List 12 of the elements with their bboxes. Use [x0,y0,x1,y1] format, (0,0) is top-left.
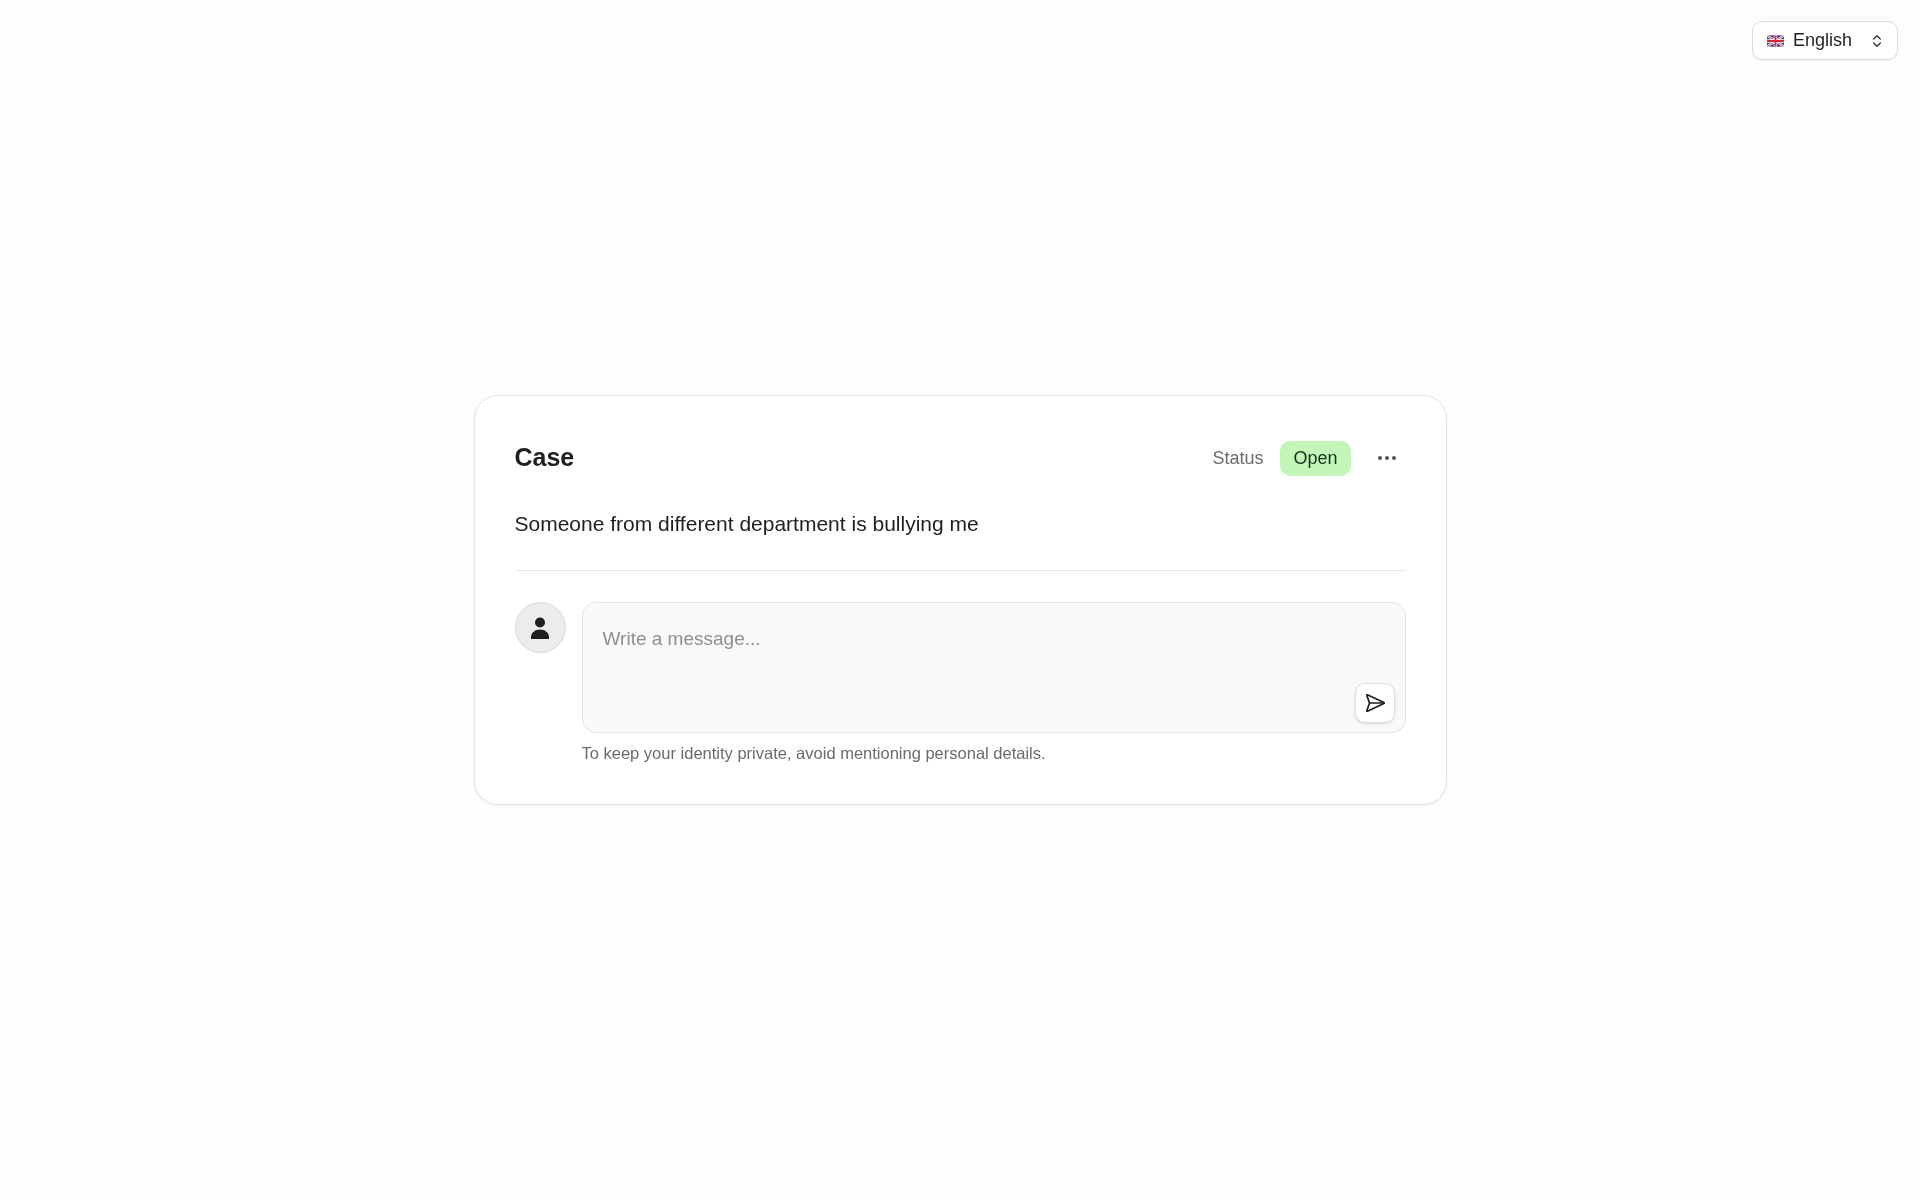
send-button[interactable] [1354,683,1395,724]
flag-icon [1767,34,1784,47]
status-badge: Open [1280,440,1351,476]
case-description: Someone from different department is bullying me [514,511,980,538]
send-icon [1363,692,1386,715]
language-selector[interactable]: English [1752,21,1898,60]
privacy-hint: To keep your identity private, avoid mentioning personal details. [581,743,1047,765]
case-title: Case [514,442,575,474]
status-label: Status [1212,446,1264,470]
ellipsis-icon [1377,456,1396,461]
message-input[interactable]: Write a message... [581,602,1406,734]
person-icon [531,616,549,639]
